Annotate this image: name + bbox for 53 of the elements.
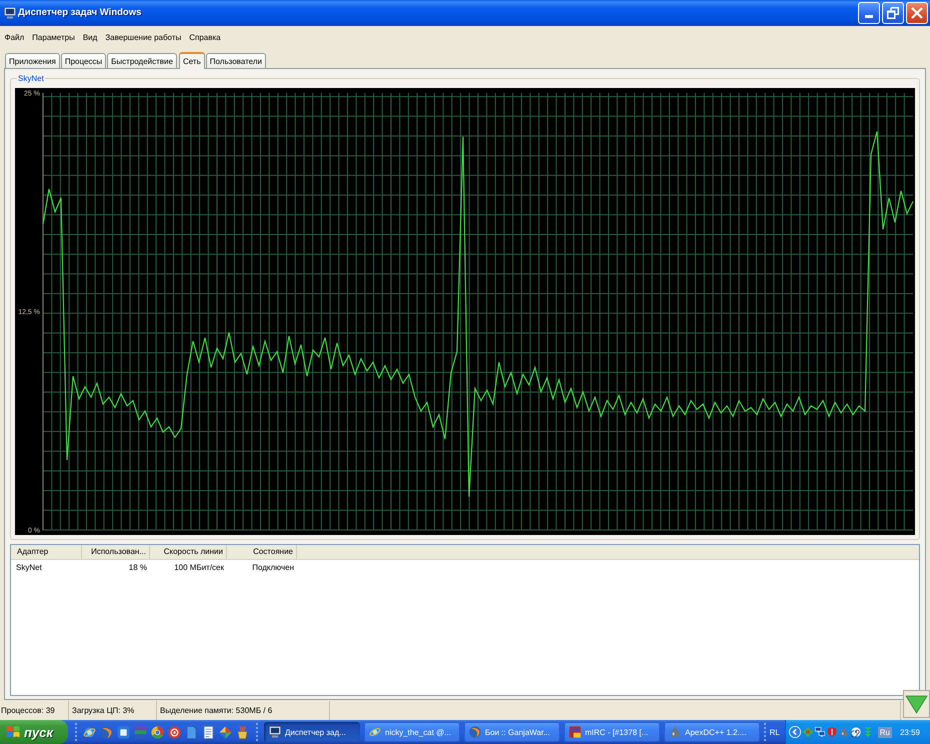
tab[interactable]: Быстродействие	[107, 53, 177, 68]
column-header[interactable]: Состояние	[227, 545, 297, 559]
pencil-cup-icon[interactable]	[236, 726, 249, 738]
app-icon	[569, 726, 581, 738]
diamond-icon[interactable]	[219, 726, 232, 738]
globe-icon	[369, 726, 381, 738]
table-cell-text: SkyNet	[15, 562, 43, 574]
flag-icon	[6, 725, 20, 739]
toolbar-title: RL	[770, 728, 780, 736]
tab[interactable]: Приложения	[5, 53, 60, 68]
menu-item[interactable]: Параметры	[28, 32, 79, 42]
taskbar-button[interactable]: ApexDC++ 1.2....	[664, 722, 760, 742]
two-monitors-icon[interactable]	[814, 727, 825, 737]
chevron-left-icon[interactable]	[788, 726, 801, 738]
column-header[interactable]: Адаптер	[11, 545, 82, 559]
taskbar-button[interactable]: nicky_the_cat @...	[364, 722, 460, 742]
close-icon	[911, 7, 923, 19]
minimize-icon	[865, 15, 873, 18]
tab[interactable]: Сеть	[178, 52, 205, 69]
window-title: Диспетчер задач Windows	[18, 7, 142, 19]
target-icon[interactable]	[168, 726, 181, 738]
tab[interactable]: Пользователи	[206, 53, 266, 68]
shield-icon[interactable]	[826, 727, 837, 737]
menu-item[interactable]: Вид	[78, 32, 102, 42]
wheel-icon[interactable]	[151, 726, 164, 738]
table-cell-text: Подключен	[251, 562, 295, 574]
restore-icon	[887, 7, 899, 19]
globe-icon[interactable]	[83, 726, 96, 738]
clock: 23:59	[900, 728, 920, 736]
tab[interactable]: Процессы	[60, 53, 106, 68]
table-cell-text: 18 %	[128, 562, 148, 574]
group-title: SkyNet	[17, 73, 45, 85]
globe-icon[interactable]	[100, 726, 113, 738]
taskbar-button[interactable]: mIRC - [#1378 [...	[564, 722, 660, 742]
swirl-icon[interactable]	[850, 727, 861, 737]
app-icon[interactable]	[117, 726, 130, 738]
monitor-icon	[4, 7, 16, 19]
globe-icon	[469, 726, 481, 738]
drop-icon	[669, 726, 681, 738]
minimize-button[interactable]	[858, 2, 880, 24]
column-header[interactable]: Скорость линии	[150, 545, 227, 559]
menu-item[interactable]: Справка	[185, 32, 225, 42]
restore-button[interactable]	[882, 2, 904, 24]
column-header[interactable]: Использован...	[82, 545, 150, 559]
monitor-icon	[269, 726, 281, 738]
start-button[interactable]: пуск	[0, 720, 68, 744]
notepad-icon[interactable]	[202, 726, 215, 738]
taskbar-button[interactable]: Бои :: GanjaWar...	[464, 722, 560, 742]
table-cell-text: 100 МБит/сек	[173, 562, 225, 574]
taskbar-button[interactable]: Диспетчер зад...	[264, 722, 360, 742]
close-button[interactable]	[906, 2, 928, 24]
menu-item[interactable]: Завершение работы	[101, 32, 186, 42]
menu-item[interactable]: Файл	[0, 32, 28, 42]
